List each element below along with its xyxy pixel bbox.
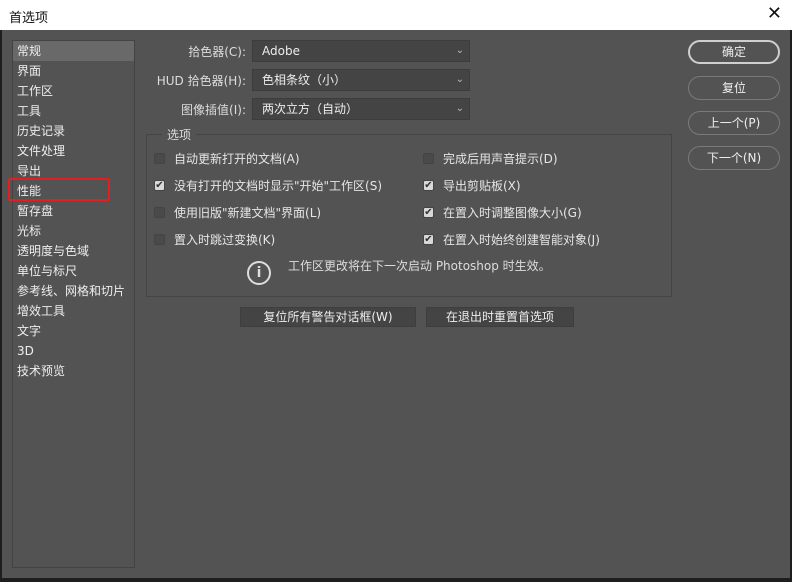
options-title: 选项 xyxy=(162,126,197,143)
option-label: 自动更新打开的文档(A) xyxy=(174,152,300,166)
field-label: HUD 拾色器(H): xyxy=(156,74,246,88)
chevron-down-icon: ⌄ xyxy=(455,74,464,85)
checkbox-icon[interactable]: ✔ xyxy=(423,180,434,191)
option-label: 在置入时调整图像大小(G) xyxy=(443,206,582,220)
option-checkbox[interactable]: ✔ 在置入时调整图像大小(G) xyxy=(423,204,582,221)
field-dropdown[interactable]: 色相条纹（小） ⌄ xyxy=(252,69,470,91)
checkbox-icon[interactable]: ✔ xyxy=(423,234,434,245)
dropdown-value: 两次立方（自动） xyxy=(262,102,359,116)
checkbox-icon[interactable]: ✔ xyxy=(423,207,434,218)
sidebar-item[interactable]: 参考线、网格和切片 xyxy=(13,281,134,301)
next-button[interactable]: 下一个(N) xyxy=(688,146,780,170)
sidebar-item[interactable]: 界面 xyxy=(13,61,134,81)
window-title: 首选项 xyxy=(9,11,49,26)
option-label: 导出剪贴板(X) xyxy=(443,179,521,193)
sidebar-item[interactable]: 文件处理 xyxy=(13,141,134,161)
reset-on-quit-button[interactable]: 在退出时重置首选项 xyxy=(426,307,574,327)
reset-warnings-button[interactable]: 复位所有警告对话框(W) xyxy=(240,307,416,327)
ok-button[interactable]: 确定 xyxy=(688,40,780,64)
sidebar-item[interactable]: 光标 xyxy=(13,221,134,241)
option-label: 置入时跳过变换(K) xyxy=(174,233,276,247)
dropdown-value: 色相条纹（小） xyxy=(262,73,347,87)
option-label: 在置入时始终创建智能对象(J) xyxy=(443,233,600,247)
option-checkbox[interactable]: 置入时跳过变换(K) xyxy=(154,231,275,248)
prev-button[interactable]: 上一个(P) xyxy=(688,111,780,135)
option-label: 使用旧版"新建文档"界面(L) xyxy=(174,206,322,220)
title-bar: 首选项 ✕ xyxy=(0,0,792,30)
sidebar-item[interactable]: 暂存盘 xyxy=(13,201,134,221)
info-icon: i xyxy=(247,261,271,285)
sidebar-item[interactable]: 工作区 xyxy=(13,81,134,101)
sidebar-item[interactable]: 性能 xyxy=(13,181,134,201)
field-dropdown[interactable]: Adobe ⌄ xyxy=(252,40,470,62)
sidebar-item[interactable]: 透明度与色域 xyxy=(13,241,134,261)
option-checkbox[interactable]: 自动更新打开的文档(A) xyxy=(154,150,300,167)
chevron-down-icon: ⌄ xyxy=(455,45,464,56)
option-label: 没有打开的文档时显示"开始"工作区(S) xyxy=(174,179,383,193)
chevron-down-icon: ⌄ xyxy=(455,103,464,114)
option-checkbox[interactable]: 使用旧版"新建文档"界面(L) xyxy=(154,204,321,221)
info-text: 工作区更改将在下一次启动 Photoshop 时生效。 xyxy=(288,259,551,273)
option-checkbox[interactable]: ✔ 没有打开的文档时显示"开始"工作区(S) xyxy=(154,177,382,194)
option-checkbox[interactable]: 完成后用声音提示(D) xyxy=(423,150,558,167)
sidebar-item[interactable]: 工具 xyxy=(13,101,134,121)
field-dropdown[interactable]: 两次立方（自动） ⌄ xyxy=(252,98,470,120)
sidebar-item[interactable]: 单位与标尺 xyxy=(13,261,134,281)
checkbox-icon[interactable] xyxy=(154,153,165,164)
checkbox-icon[interactable] xyxy=(154,234,165,245)
sidebar: 常规 界面 工作区 工具 历史记录 文件处理 导出 性能 暂存盘 光标 透明度与色域 单位与标尺 参考线… xyxy=(12,40,135,568)
sidebar-item[interactable]: 文字 xyxy=(13,321,134,341)
sidebar-item[interactable]: 增效工具 xyxy=(13,301,134,321)
option-checkbox[interactable]: ✔ 在置入时始终创建智能对象(J) xyxy=(423,231,600,248)
close-icon[interactable]: ✕ xyxy=(767,3,782,24)
dropdown-value: Adobe xyxy=(262,44,300,58)
sidebar-item[interactable]: 常规 xyxy=(13,41,134,61)
option-label: 完成后用声音提示(D) xyxy=(443,152,558,166)
preferences-dialog: 常规 界面 工作区 工具 历史记录 文件处理 导出 性能 暂存盘 光标 透明度与色域 单位与标尺 参考线… xyxy=(2,30,790,578)
sidebar-item[interactable]: 3D xyxy=(13,341,134,361)
field-label: 拾色器(C): xyxy=(188,45,246,59)
checkbox-icon[interactable]: ✔ xyxy=(154,180,165,191)
option-checkbox[interactable]: ✔ 导出剪贴板(X) xyxy=(423,177,521,194)
checkbox-icon[interactable] xyxy=(423,153,434,164)
sidebar-item[interactable]: 导出 xyxy=(13,161,134,181)
field-label: 图像插值(I): xyxy=(181,103,246,117)
reset-button[interactable]: 复位 xyxy=(688,76,780,100)
sidebar-item[interactable]: 技术预览 xyxy=(13,361,134,381)
sidebar-item[interactable]: 历史记录 xyxy=(13,121,134,141)
checkbox-icon[interactable] xyxy=(154,207,165,218)
